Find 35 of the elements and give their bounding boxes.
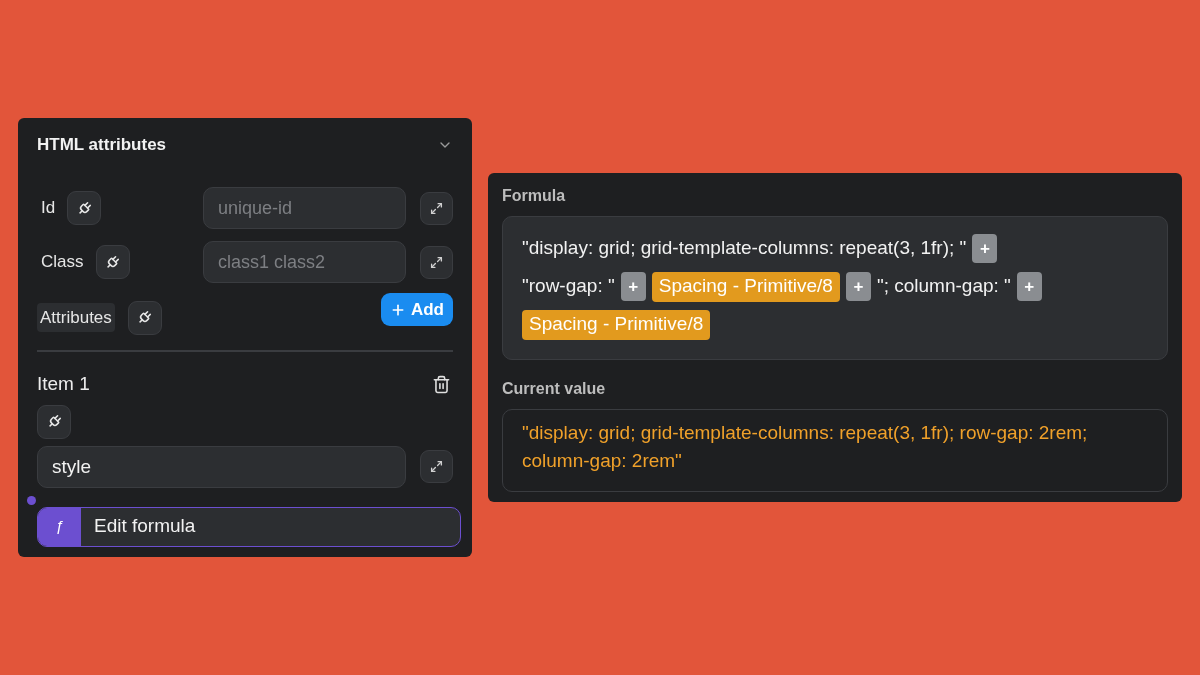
formula-icon: ƒ bbox=[38, 507, 81, 546]
formula-text: "; column-gap: " bbox=[876, 274, 1011, 299]
variable-token[interactable]: Spacing - Primitive/8 bbox=[522, 309, 711, 340]
variable-token[interactable]: Spacing - Primitive/8 bbox=[651, 271, 840, 302]
name-field[interactable]: style bbox=[37, 445, 406, 488]
current-value-label: Current value bbox=[502, 379, 607, 399]
formula-button[interactable]: ƒ Edit formula bbox=[37, 506, 461, 547]
formula-label: Formula bbox=[502, 186, 567, 206]
delete-icon[interactable] bbox=[432, 374, 451, 394]
field-label: Id bbox=[41, 197, 56, 220]
input-field[interactable]: unique-id bbox=[203, 187, 406, 229]
input-field[interactable]: class1 class2 bbox=[203, 241, 406, 283]
formula-text: "display: grid; grid-template-columns: repeat(3, 1fr); " bbox=[522, 236, 967, 261]
current-value-text: "display: grid; grid-template-columns: repeat(3, 1fr); row-gap: 2rem; column-gap: 2rem" bbox=[522, 421, 1089, 473]
expand-button[interactable] bbox=[420, 191, 453, 225]
expand-icon bbox=[430, 201, 443, 215]
plus-token[interactable]: + bbox=[1016, 272, 1042, 301]
expand-icon bbox=[430, 255, 443, 269]
expand-icon bbox=[430, 460, 443, 473]
plus-token[interactable]: + bbox=[620, 272, 646, 301]
expand-button[interactable] bbox=[420, 245, 453, 279]
formula-text: "row-gap: " bbox=[522, 274, 615, 299]
formula-editor[interactable]: "display: grid; grid-template-columns: repeat(3, 1fr); " + "row-gap: " + Spacing - Primitive/8 + "; column-gap: " + Spacing - Primitive/8 bbox=[502, 216, 1168, 360]
bind-button[interactable] bbox=[37, 404, 71, 439]
plus-token[interactable]: + bbox=[845, 272, 871, 301]
item-title: Item 1 bbox=[37, 372, 90, 396]
add-button[interactable]: Add bbox=[380, 293, 453, 326]
expand-button[interactable] bbox=[420, 450, 453, 483]
bind-button[interactable] bbox=[127, 300, 162, 335]
bind-button[interactable] bbox=[67, 191, 102, 225]
field-label: Class bbox=[41, 251, 84, 274]
attributes-label: Attributes bbox=[37, 302, 115, 333]
bind-button[interactable] bbox=[95, 245, 130, 279]
plus-token[interactable]: + bbox=[972, 234, 998, 263]
panel-title: HTML attributes bbox=[37, 134, 167, 157]
